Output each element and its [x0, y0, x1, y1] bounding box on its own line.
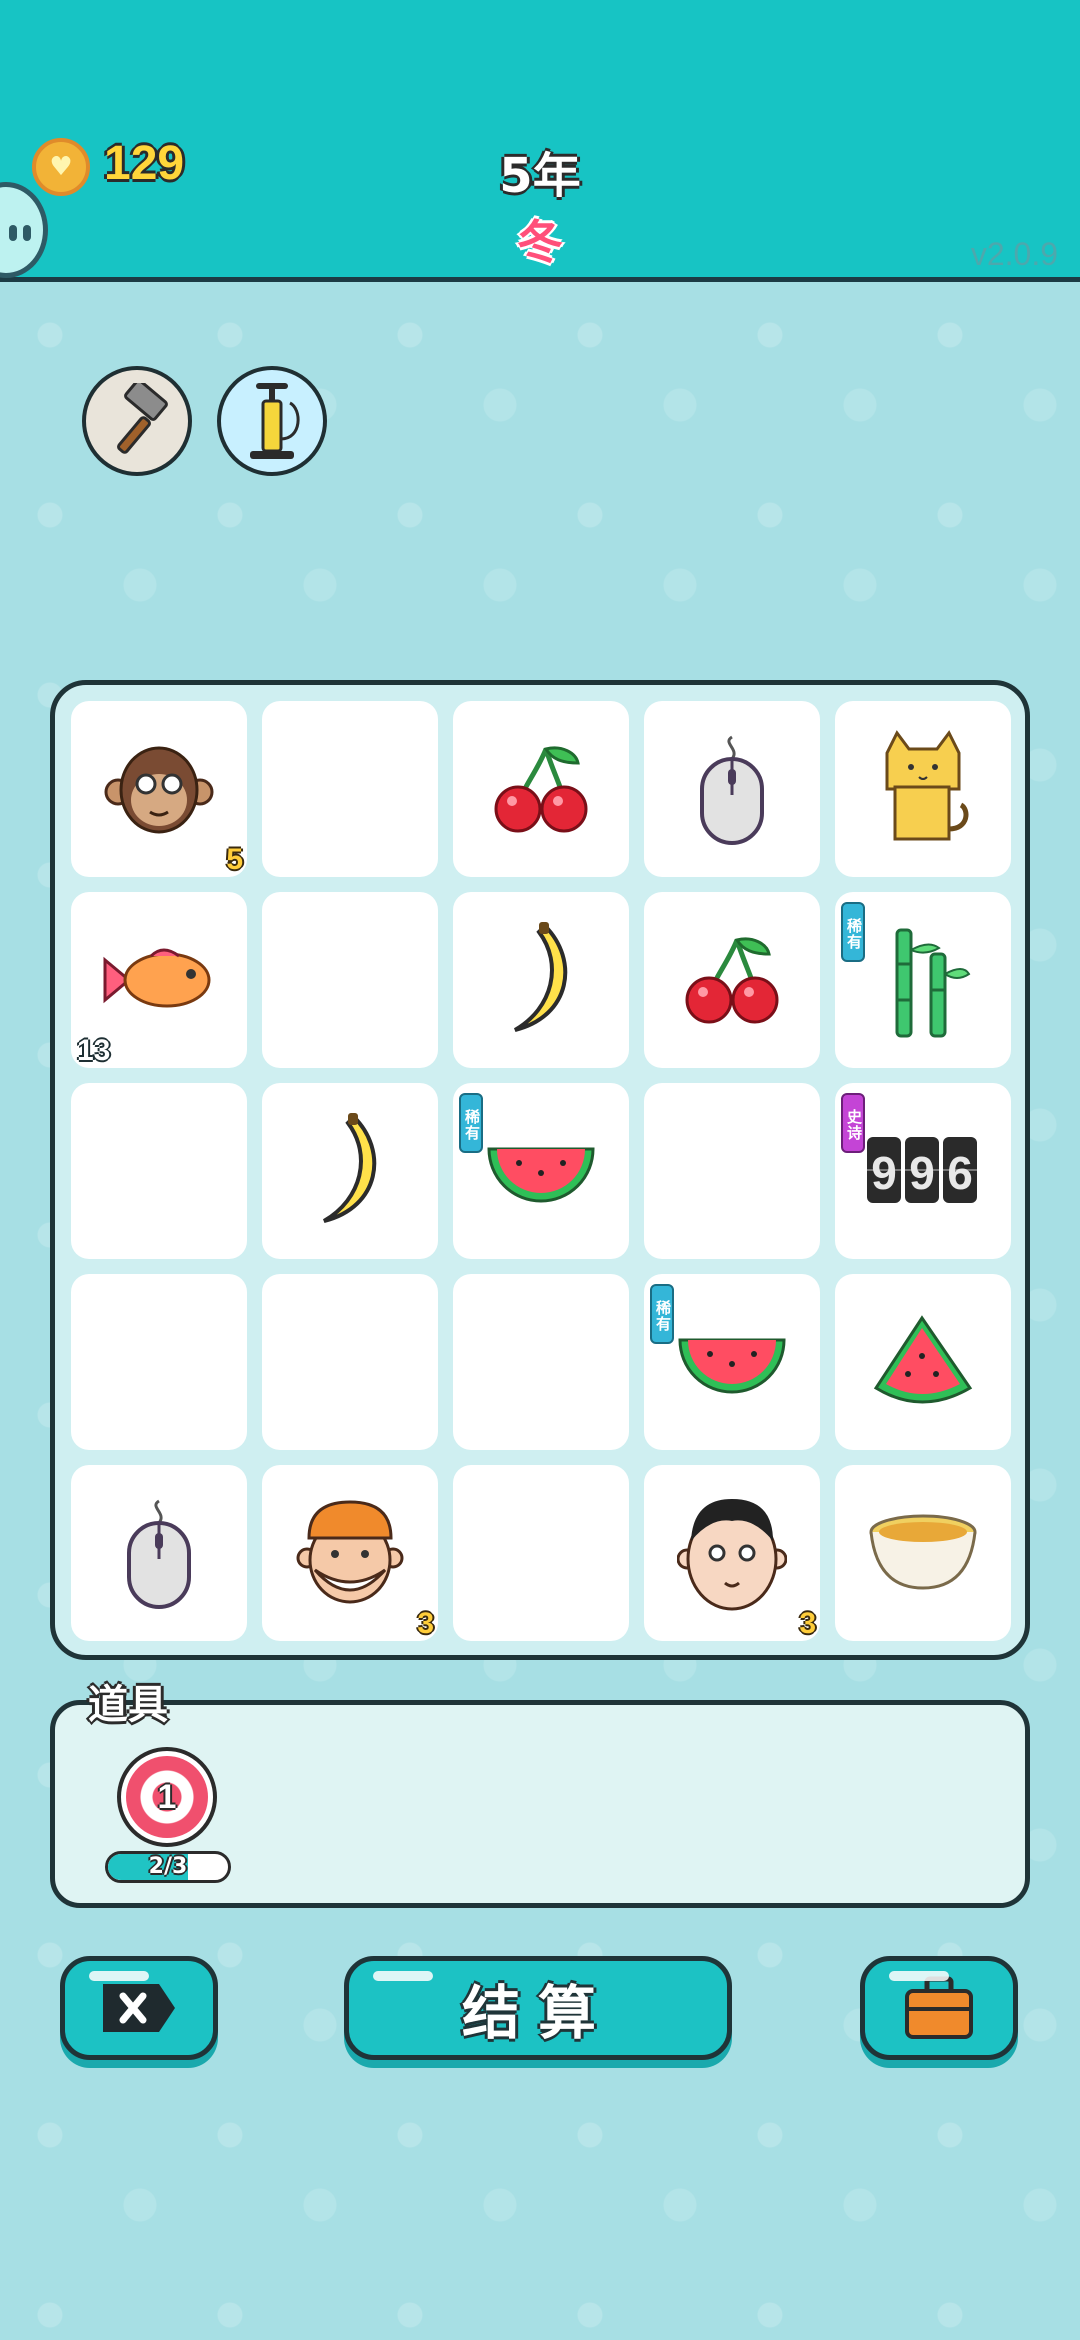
delivery-man-icon — [295, 1498, 405, 1608]
cat-icon — [873, 729, 973, 849]
year-label: 5年 — [499, 148, 581, 204]
button-shine — [373, 1971, 433, 1981]
hammer-tool-button[interactable] — [82, 366, 192, 476]
cell-man-face[interactable]: 3 — [644, 1465, 820, 1641]
delete-icon — [103, 1984, 175, 2032]
cell-digits-996[interactable]: 9 9 6 史诗 — [835, 1083, 1011, 1259]
cell-delivery-man[interactable]: 3 — [262, 1465, 438, 1641]
fish-icon — [99, 940, 219, 1020]
cell-count: 3 — [417, 1607, 434, 1640]
watermelon-icon — [481, 1131, 601, 1211]
items-panel: 1 2/3 — [50, 1700, 1030, 1908]
air-pump-tool-button[interactable] — [217, 366, 327, 476]
svg-text:6: 6 — [947, 1147, 973, 1199]
cell-empty[interactable] — [262, 1274, 438, 1450]
cell-watermelon-slice[interactable] — [835, 1274, 1011, 1450]
mouse-icon — [692, 729, 772, 849]
bamboo-icon — [873, 920, 973, 1040]
cell-empty[interactable] — [262, 701, 438, 877]
cell-empty[interactable] — [71, 1083, 247, 1259]
cell-empty[interactable] — [71, 1274, 247, 1450]
settle-button-label: 结算 — [461, 1979, 614, 2047]
season-label: 冬 — [517, 215, 563, 269]
svg-text:9: 9 — [871, 1147, 897, 1199]
cell-count: 3 — [799, 1607, 816, 1640]
cell-banana[interactable] — [453, 892, 629, 1068]
soup-bowl-icon — [863, 1508, 983, 1598]
cell-empty[interactable] — [453, 1274, 629, 1450]
man-face-icon — [677, 1493, 787, 1613]
target-progress-label: 2/3 — [148, 1854, 188, 1879]
cell-watermelon[interactable]: 稀有 — [644, 1274, 820, 1450]
settle-button[interactable]: 结算 — [344, 1956, 732, 2060]
button-shine — [89, 1971, 149, 1981]
cell-count: 5 — [226, 843, 243, 876]
target-item-button[interactable]: 1 — [117, 1747, 217, 1847]
top-bar: ♥ 129 5年 冬 v2.0.9 — [0, 0, 1080, 282]
target-count: 1 — [157, 1777, 177, 1816]
banana-icon — [310, 1111, 390, 1231]
mouse-icon — [119, 1493, 199, 1613]
cell-monkey[interactable]: 5 — [71, 701, 247, 877]
watermelon-slice-icon — [868, 1312, 978, 1412]
cell-watermelon[interactable]: 稀有 — [453, 1083, 629, 1259]
game-board: 5 13 稀有 稀有 9 9 6 史诗 稀有 3 3 — [50, 680, 1030, 1660]
monkey-icon — [104, 734, 214, 844]
rarity-tag: 稀有 — [459, 1093, 483, 1153]
cell-soup-bowl[interactable] — [835, 1465, 1011, 1641]
rarity-tag: 稀有 — [841, 902, 865, 962]
cell-banana[interactable] — [262, 1083, 438, 1259]
digits-996-icon: 9 9 6 — [863, 1131, 983, 1211]
cell-cherry[interactable] — [644, 892, 820, 1068]
cherry-icon — [486, 739, 596, 839]
banana-icon — [501, 920, 581, 1040]
cell-mouse[interactable] — [71, 1465, 247, 1641]
target-progress-bar: 2/3 — [105, 1851, 231, 1883]
air-pump-icon — [250, 383, 300, 459]
target-icon: 1 — [126, 1756, 208, 1838]
watermelon-icon — [672, 1322, 792, 1402]
version-label: v2.0.9 — [970, 236, 1058, 272]
cell-empty[interactable] — [262, 892, 438, 1068]
cell-cherry[interactable] — [453, 701, 629, 877]
backpack-button[interactable] — [860, 1956, 1018, 2060]
svg-text:9: 9 — [909, 1147, 935, 1199]
cell-fish[interactable]: 13 — [71, 892, 247, 1068]
items-title: 道具 — [88, 1682, 168, 1728]
briefcase-icon — [905, 1976, 973, 2039]
cell-count: 13 — [77, 1034, 111, 1067]
cell-bamboo[interactable]: 稀有 — [835, 892, 1011, 1068]
cherry-icon — [677, 930, 787, 1030]
button-shine — [889, 1971, 949, 1981]
cell-empty[interactable] — [453, 1465, 629, 1641]
cell-cat[interactable] — [835, 701, 1011, 877]
hammer-icon — [117, 383, 168, 454]
cell-empty[interactable] — [644, 1083, 820, 1259]
rarity-tag: 稀有 — [650, 1284, 674, 1344]
cell-mouse[interactable] — [644, 701, 820, 877]
rarity-tag: 史诗 — [841, 1093, 865, 1153]
close-button[interactable] — [60, 1956, 218, 2060]
